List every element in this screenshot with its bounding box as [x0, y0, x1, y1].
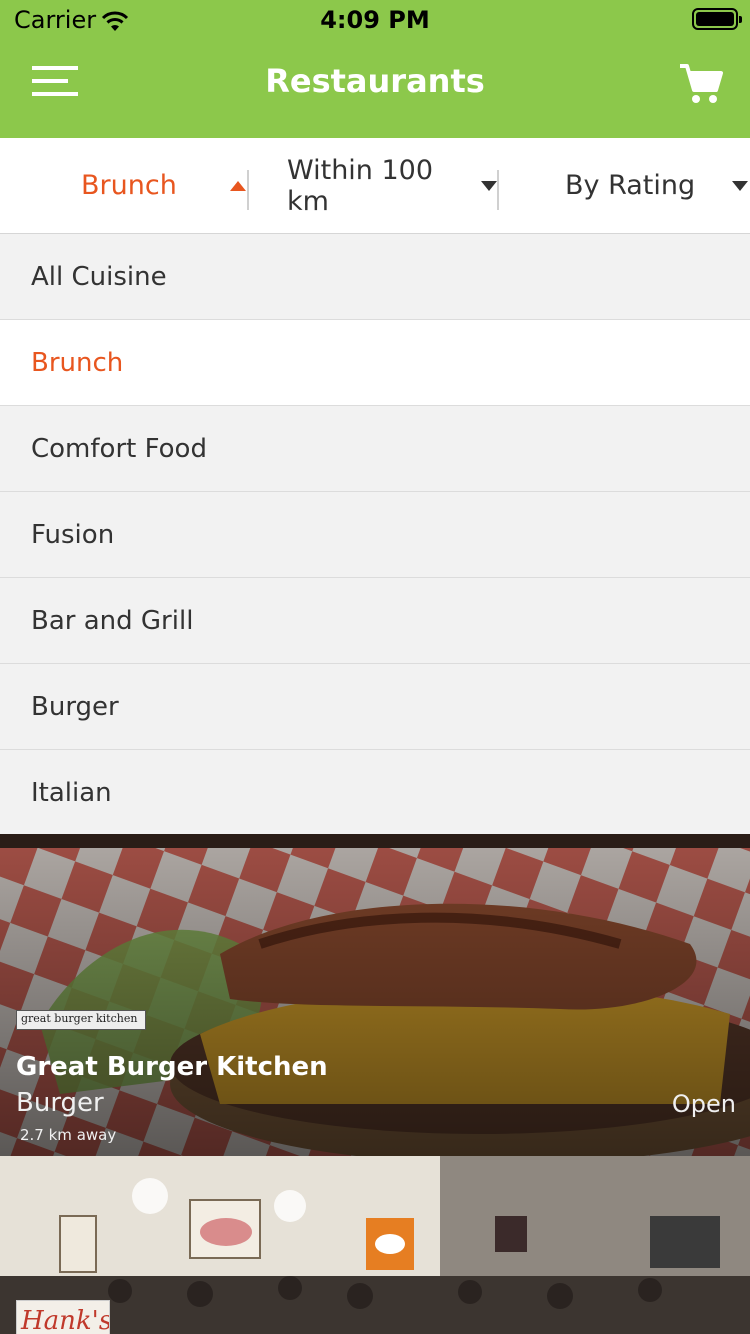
caret-down-icon — [732, 180, 749, 191]
distance-filter-label: Within 100 km — [287, 154, 434, 217]
cuisine-option-brunch[interactable]: Brunch — [0, 320, 750, 406]
restaurant-distance: 2.7 km away — [20, 1126, 117, 1144]
sort-filter-dropdown[interactable]: By Rating — [499, 138, 750, 233]
filter-bar: Brunch Within 100 km By Rating — [0, 138, 750, 234]
restaurant-cuisine: Burger — [16, 1088, 104, 1118]
restaurant-photo-burger — [0, 834, 750, 1156]
restaurant-name: Great Burger Kitchen — [16, 1052, 328, 1082]
shopping-cart-icon[interactable] — [678, 62, 724, 106]
cuisine-option-burger[interactable]: Burger — [0, 664, 750, 750]
restaurant-logo: great burger kitchen — [16, 1010, 146, 1030]
cuisine-option-all-cuisine[interactable]: All Cuisine — [0, 234, 750, 320]
cuisine-option-comfort-food[interactable]: Comfort Food — [0, 406, 750, 492]
status-bar: Carrier 4:09 PM — [0, 0, 750, 40]
restaurant-card[interactable]: Hank's — [0, 1156, 750, 1334]
cuisine-filter-label: Brunch — [81, 170, 177, 201]
restaurant-photo-interior — [0, 1156, 750, 1334]
cuisine-option-italian[interactable]: Italian — [0, 750, 750, 836]
battery-icon — [692, 8, 742, 30]
restaurant-logo: Hank's — [16, 1300, 110, 1334]
nav-bar: Restaurants — [0, 40, 750, 138]
cuisine-dropdown-list: All Cuisine Brunch Comfort Food Fusion B… — [0, 234, 750, 836]
cuisine-filter-dropdown[interactable]: Brunch — [0, 138, 248, 233]
cuisine-option-bar-and-grill[interactable]: Bar and Grill — [0, 578, 750, 664]
restaurant-card[interactable]: great burger kitchen Great Burger Kitche… — [0, 834, 750, 1156]
distance-filter-dropdown[interactable]: Within 100 km — [249, 138, 497, 233]
restaurant-open-status: Open — [671, 1090, 736, 1118]
clock-time: 4:09 PM — [320, 6, 430, 34]
caret-down-icon — [481, 180, 497, 191]
sort-filter-label: By Rating — [565, 170, 696, 201]
page-title: Restaurants — [265, 62, 485, 100]
caret-up-icon — [229, 180, 246, 191]
cuisine-option-fusion[interactable]: Fusion — [0, 492, 750, 578]
